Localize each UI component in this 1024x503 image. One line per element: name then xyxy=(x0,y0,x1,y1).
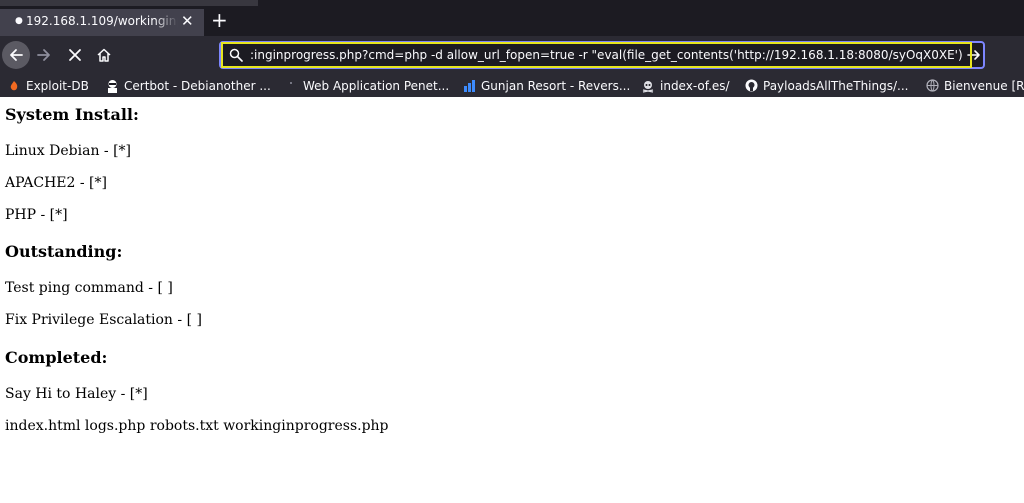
home-button[interactable] xyxy=(90,41,118,69)
tab-active[interactable]: ● 192.168.1.109/workinginprogress.php?cm… xyxy=(0,7,204,36)
bookmark-label: Bienvenue [R xyxy=(944,78,1024,93)
bookmark-label: Gunjan Resort - Revers... xyxy=(481,78,631,93)
forward-button[interactable] xyxy=(30,41,58,69)
heading-system-install: System Install: xyxy=(5,105,139,124)
certbot-icon xyxy=(105,79,119,93)
bookmark-bienvenue[interactable]: Bienvenue [R xyxy=(925,76,1024,95)
bookmark-gunjan-resort[interactable]: Gunjan Resort - Revers... xyxy=(462,76,630,95)
url-bar[interactable]: :inginprogress.php?cmd=php -d allow_url_… xyxy=(219,41,985,69)
arrow-right-icon xyxy=(37,49,50,61)
tab-title: 192.168.1.109/workinginprogress.php?cmd=… xyxy=(26,14,178,28)
back-button[interactable] xyxy=(2,41,30,69)
bookmark-label: Web Application Penet... xyxy=(303,78,450,93)
list-item: Fix Privilege Escalation - [ ] xyxy=(5,312,202,328)
list-item: Linux Debian - [*] xyxy=(5,143,132,159)
bookmark-label: Exploit-DB xyxy=(26,78,89,93)
window-top-strip xyxy=(0,0,1024,7)
close-icon xyxy=(69,49,81,61)
file-listing: index.html logs.php robots.txt workingin… xyxy=(5,418,389,434)
heading-outstanding: Outstanding: xyxy=(5,242,123,261)
bookmark-label: Certbot - Debianother ... xyxy=(124,78,271,93)
bookmark-label: index-of.es/ xyxy=(660,78,730,93)
github-icon xyxy=(744,79,758,93)
close-tab-icon[interactable]: ✕ xyxy=(181,12,194,30)
tab-bar: ● 192.168.1.109/workinginprogress.php?cm… xyxy=(0,7,1024,36)
window-top-strip-stub xyxy=(0,0,258,6)
list-item: APACHE2 - [*] xyxy=(5,175,107,191)
bookmark-certbot[interactable]: Certbot - Debianother ... xyxy=(105,76,271,95)
stop-loading-button[interactable] xyxy=(61,41,89,69)
loading-dot-icon: ● xyxy=(15,16,23,26)
nav-bar: :inginprogress.php?cmd=php -d allow_url_… xyxy=(0,36,1024,74)
dot-icon xyxy=(284,79,298,93)
heading-completed: Completed: xyxy=(5,348,108,367)
bookmark-payloads-all-the-things[interactable]: PayloadsAllTheThings/... xyxy=(744,76,908,95)
new-tab-plus-icon[interactable]: + xyxy=(211,9,228,31)
home-icon xyxy=(97,48,111,62)
bookmarks-toolbar: Exploit-DB Certbot - Debianother ... Web… xyxy=(0,74,1024,97)
list-item: Say Hi to Haley - [*] xyxy=(5,386,148,402)
browser-chrome: ● 192.168.1.109/workinginprogress.php?cm… xyxy=(0,0,1024,97)
search-icon xyxy=(229,48,243,62)
url-input[interactable]: :inginprogress.php?cmd=php -d allow_url_… xyxy=(250,48,962,62)
list-item: PHP - [*] xyxy=(5,207,68,223)
bookmark-web-app-pentest[interactable]: Web Application Penet... xyxy=(284,76,449,95)
bookmark-label: PayloadsAllTheThings/... xyxy=(763,78,909,93)
go-arrow-icon[interactable] xyxy=(965,46,983,64)
bar-chart-icon xyxy=(462,79,476,93)
list-item: Test ping command - [ ] xyxy=(5,280,173,296)
skull-icon xyxy=(641,79,655,93)
bookmark-index-of[interactable]: index-of.es/ xyxy=(641,76,730,95)
bookmark-exploit-db[interactable]: Exploit-DB xyxy=(7,76,89,95)
page-content: System Install: Linux Debian - [*] APACH… xyxy=(0,97,1024,503)
arrow-left-icon xyxy=(10,49,23,61)
globe-icon xyxy=(925,79,939,93)
exploit-db-icon xyxy=(7,79,21,93)
